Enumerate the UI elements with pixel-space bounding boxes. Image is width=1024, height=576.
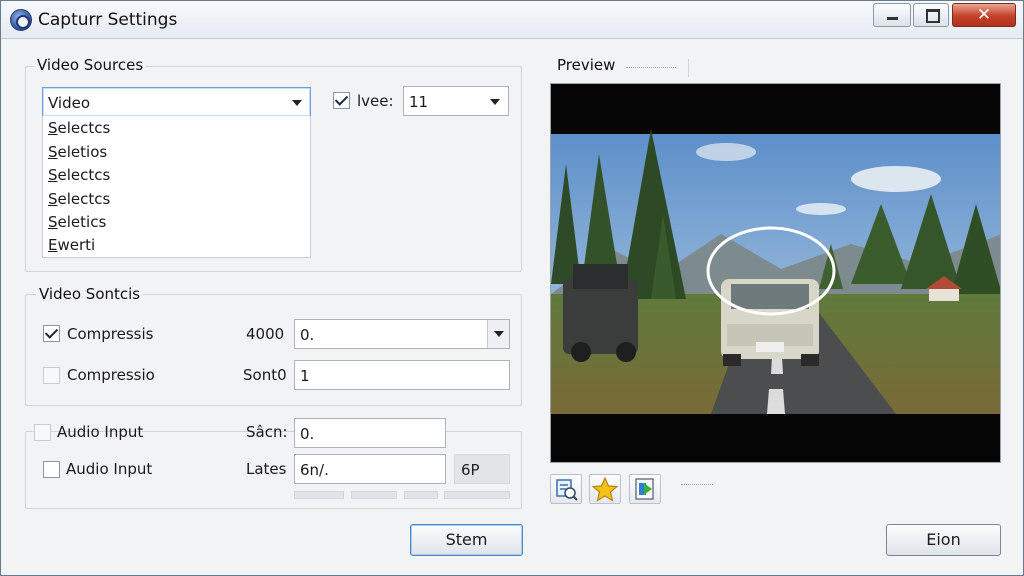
- video-source-dropdown-list: Selectcs Seletios Selectcs Selectcs Sele…: [42, 116, 311, 258]
- chevron-down-icon[interactable]: [487, 320, 509, 348]
- secondary-button[interactable]: Eion: [886, 524, 1001, 556]
- audio-input-alt-checkbox[interactable]: [43, 461, 60, 478]
- dropdown-item[interactable]: Seletics: [48, 213, 106, 231]
- close-icon: ✕: [976, 5, 992, 25]
- compression-alt-checkbox[interactable]: [43, 367, 60, 384]
- app-logo-icon: [10, 9, 32, 31]
- scan-field[interactable]: 0.: [294, 418, 446, 448]
- chevron-down-icon: [292, 100, 302, 106]
- capture-settings-button[interactable]: [550, 474, 582, 504]
- sort-value: 1: [300, 367, 310, 385]
- live-checkbox[interactable]: [333, 92, 350, 109]
- close-button[interactable]: ✕: [952, 3, 1016, 27]
- capture-settings-icon: [556, 479, 578, 501]
- preview-title-rule: [626, 67, 676, 68]
- minimize-button[interactable]: [873, 3, 911, 27]
- export-icon: [635, 478, 654, 500]
- dropdown-item[interactable]: Selectcs: [48, 166, 110, 184]
- preview-divider: [688, 59, 689, 77]
- audio-stub: [404, 491, 438, 499]
- video-source-combo[interactable]: Video: [42, 87, 311, 117]
- latency-label: Lates: [246, 460, 287, 478]
- title-bar[interactable]: Capturr Settings ✕: [1, 1, 1023, 39]
- compression-label: Compressis: [67, 325, 154, 343]
- sort-label: Sont0: [243, 366, 287, 384]
- sort-field[interactable]: 1: [294, 360, 510, 390]
- latency-unit-value: 6P: [461, 461, 480, 479]
- audio-input-alt-label: Audio Input: [66, 460, 153, 478]
- scan-label: Sâcn:: [246, 423, 288, 441]
- audio-stub: [294, 491, 344, 499]
- latency-field[interactable]: 6n/.: [294, 454, 446, 484]
- video-sources-title: Video Sources: [34, 56, 147, 74]
- settings-window: Capturr Settings ✕ Video Sources Video S…: [0, 0, 1024, 576]
- live-checkbox-label: lvee:: [357, 92, 394, 110]
- live-value: 11: [409, 93, 429, 111]
- favorite-star-icon: [591, 476, 619, 502]
- dropdown-item[interactable]: Selectcs: [48, 190, 110, 208]
- scan-value: 0.: [300, 425, 315, 443]
- latency-unit-box: 6P: [454, 454, 510, 484]
- bitrate-value: 0.: [300, 326, 315, 344]
- preview-title: Preview: [554, 56, 619, 74]
- audio-stub: [444, 491, 510, 499]
- toolbar-rule: [681, 484, 713, 485]
- bitrate-label: 4000: [246, 325, 285, 343]
- live-value-combo[interactable]: 11: [403, 86, 509, 116]
- dropdown-item[interactable]: Selectcs: [48, 119, 110, 137]
- latency-value: 6n/.: [300, 461, 329, 479]
- preview-frame: [551, 84, 1000, 462]
- dropdown-item[interactable]: Seletios: [48, 143, 107, 161]
- compression-checkbox[interactable]: [43, 325, 60, 342]
- audio-stub: [351, 491, 397, 499]
- favorite-button[interactable]: [589, 474, 621, 504]
- export-button[interactable]: [629, 474, 661, 504]
- video-source-value: Video: [48, 94, 91, 112]
- chevron-down-icon: [490, 99, 500, 105]
- window-title: Capturr Settings: [38, 10, 178, 30]
- audio-input-checkbox[interactable]: [34, 424, 51, 441]
- primary-button[interactable]: Stem: [410, 524, 523, 556]
- bitrate-combo[interactable]: 0.: [294, 319, 510, 349]
- dropdown-item[interactable]: Ewerti: [48, 236, 95, 254]
- maximize-button[interactable]: [913, 3, 949, 27]
- video-controls-title: Video Sontcis: [36, 285, 144, 303]
- audio-input-label: Audio Input: [57, 423, 144, 441]
- compression-alt-label: Compressio: [67, 366, 155, 384]
- video-preview[interactable]: [550, 83, 1001, 463]
